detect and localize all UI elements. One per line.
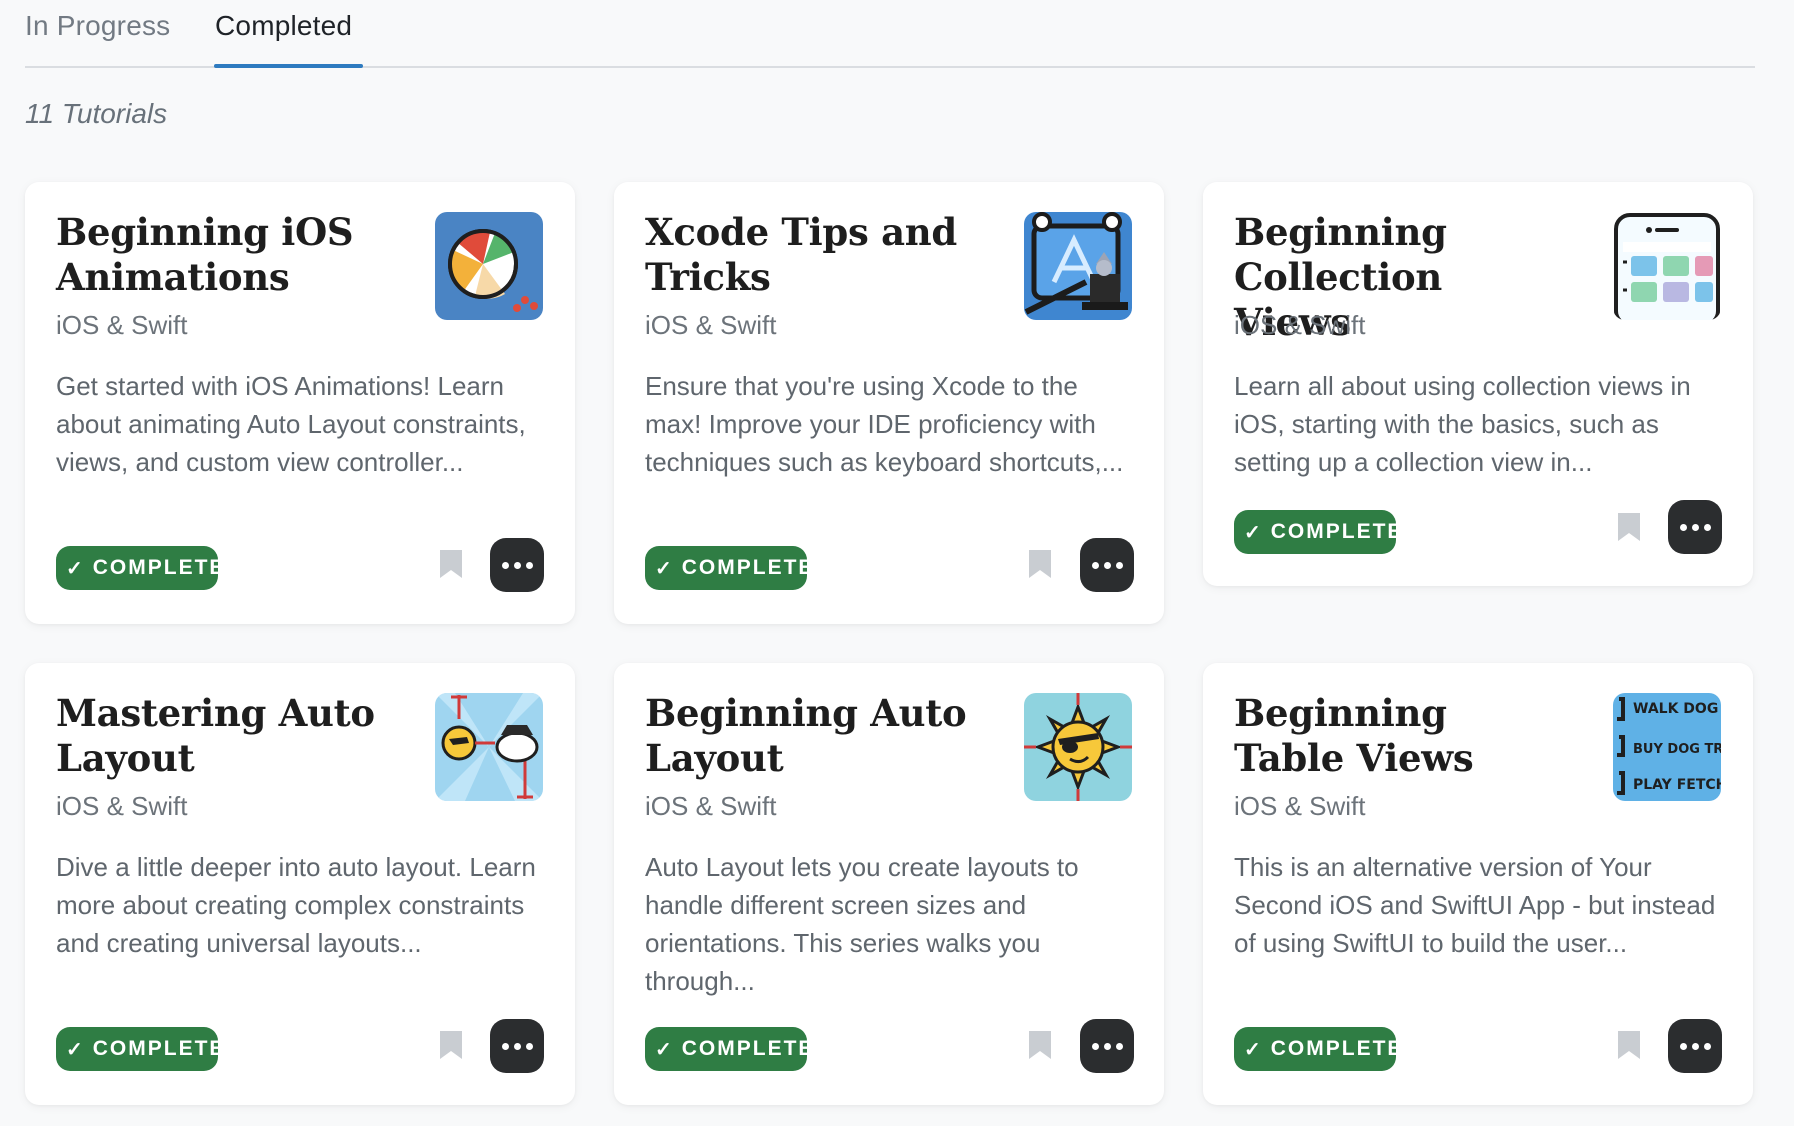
checkmark-icon: ✓ <box>655 557 674 580</box>
sun-pirate-icon <box>435 693 543 801</box>
tab-in-progress[interactable]: In Progress <box>25 8 170 44</box>
more-options-button[interactable] <box>1080 1019 1134 1073</box>
more-options-button[interactable] <box>1668 1019 1722 1073</box>
card-title[interactable]: Beginning Auto Layout <box>645 691 975 781</box>
bookmark-icon[interactable] <box>1029 1031 1051 1059</box>
xcode-magic-hat-icon <box>1024 212 1132 320</box>
bookmark-icon[interactable] <box>1618 1031 1640 1059</box>
active-tab-indicator <box>214 64 363 68</box>
card-category: iOS & Swift <box>56 791 188 821</box>
checkmark-icon: ✓ <box>66 557 85 580</box>
tutorial-card[interactable]: Beginning Collection Views iOS & Swift L… <box>1203 182 1753 586</box>
card-title[interactable]: Beginning iOS Animations <box>56 210 386 300</box>
tab-completed[interactable]: Completed <box>215 8 352 44</box>
checkmark-icon: ✓ <box>66 1038 85 1061</box>
card-title[interactable]: Beginning Table Views <box>1234 691 1564 781</box>
badge-label: COMPLETE <box>1270 1037 1396 1060</box>
phone-grid-icon <box>1613 212 1721 320</box>
tutorial-card[interactable]: Xcode Tips and Tricks iOS & Swift Ensure… <box>614 182 1164 624</box>
checkmark-icon: ✓ <box>1244 1038 1263 1061</box>
sun-eyepatch-icon <box>1024 693 1132 801</box>
more-options-button[interactable] <box>1080 538 1134 592</box>
tutorial-card[interactable]: Beginning Auto Layout iOS & Swift Auto L… <box>614 663 1164 1105</box>
card-title[interactable]: Xcode Tips and Tricks <box>645 210 975 300</box>
card-description: Auto Layout lets you create layouts to h… <box>645 852 1079 996</box>
badge-label: COMPLETE <box>681 556 807 579</box>
badge-label: COMPLETE <box>92 556 218 579</box>
tutorial-card[interactable]: Beginning iOS Animations iOS & Swift Get… <box>25 182 575 624</box>
bookmark-icon[interactable] <box>1029 550 1051 578</box>
todo-line-1: WALK DOG <box>1633 701 1718 717</box>
card-category: iOS & Swift <box>56 310 188 340</box>
complete-badge: ✓ COMPLETE <box>56 546 218 590</box>
complete-badge: ✓ COMPLETE <box>645 546 807 590</box>
checkmark-icon: ✓ <box>655 1038 674 1061</box>
completed-tutorials-page: In Progress Completed 11 Tutorials Begin… <box>0 0 1794 1126</box>
beach-ball-icon <box>435 212 543 320</box>
todo-line-3: PLAY FETCH <box>1633 777 1721 793</box>
badge-label: COMPLETE <box>1270 520 1396 543</box>
badge-label: COMPLETE <box>92 1037 218 1060</box>
tutorial-card[interactable]: Beginning Table Views iOS & Swift This i… <box>1203 663 1753 1105</box>
card-description: Learn all about using collection views i… <box>1234 371 1691 477</box>
todo-line-2: BUY DOG TREA <box>1633 742 1721 757</box>
more-options-button[interactable] <box>490 1019 544 1073</box>
bookmark-icon[interactable] <box>440 1031 462 1059</box>
complete-badge: ✓ COMPLETE <box>56 1027 218 1071</box>
more-options-button[interactable] <box>490 538 544 592</box>
complete-badge: ✓ COMPLETE <box>1234 510 1396 554</box>
badge-label: COMPLETE <box>681 1037 807 1060</box>
card-description: Dive a little deeper into auto layout. L… <box>56 852 536 958</box>
card-description: This is an alternative version of Your S… <box>1234 852 1716 958</box>
tab-bar: In Progress Completed <box>25 0 1755 68</box>
card-title[interactable]: Mastering Auto Layout <box>56 691 386 781</box>
card-description: Get started with iOS Animations! Learn a… <box>56 371 526 477</box>
checkmark-icon: ✓ <box>1244 521 1263 544</box>
complete-badge: ✓ COMPLETE <box>1234 1027 1396 1071</box>
card-description: Ensure that you're using Xcode to the ma… <box>645 371 1124 477</box>
bookmark-icon[interactable] <box>1618 513 1640 541</box>
card-category: iOS & Swift <box>1234 791 1366 821</box>
tutorial-count: 11 Tutorials <box>25 98 168 129</box>
complete-badge: ✓ COMPLETE <box>645 1027 807 1071</box>
more-options-button[interactable] <box>1668 500 1722 554</box>
card-category: iOS & Swift <box>645 310 777 340</box>
tutorial-card[interactable]: Mastering Auto Layout iOS & Swift Dive a… <box>25 663 575 1105</box>
todo-list-icon: WALK DOG BUY DOG TREA PLAY FETCH <box>1613 693 1721 801</box>
card-category: iOS & Swift <box>1234 310 1366 340</box>
card-category: iOS & Swift <box>645 791 777 821</box>
bookmark-icon[interactable] <box>440 550 462 578</box>
